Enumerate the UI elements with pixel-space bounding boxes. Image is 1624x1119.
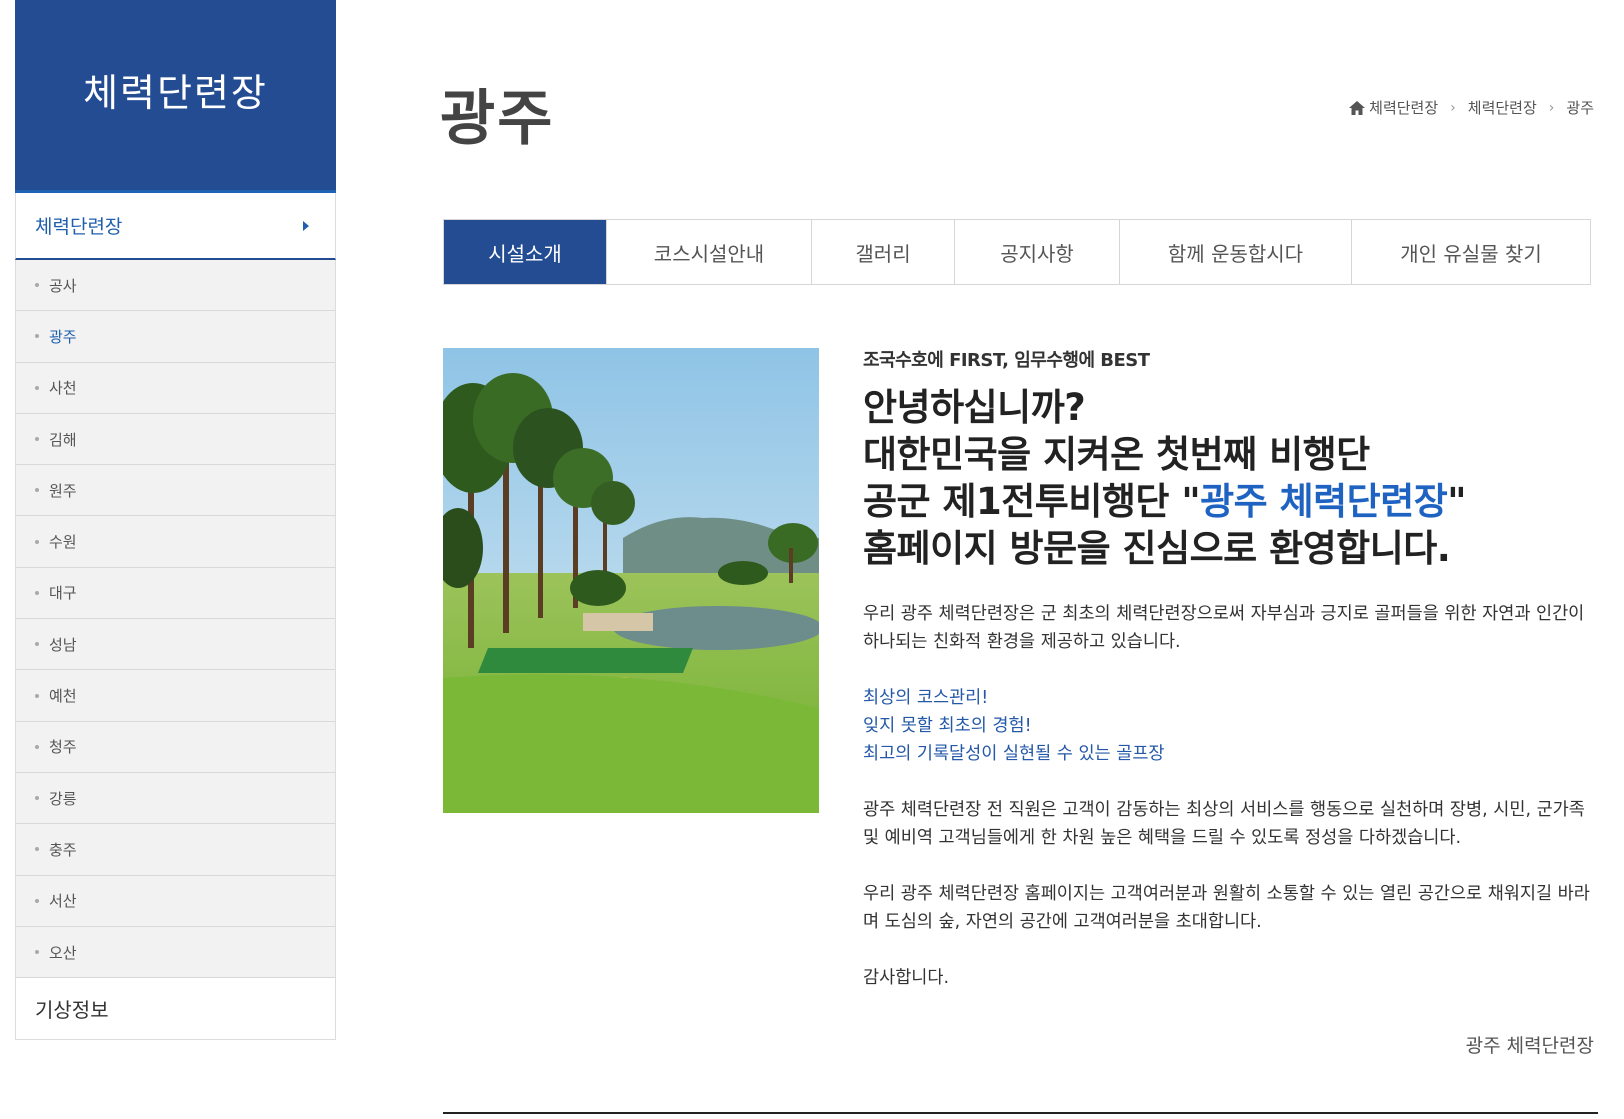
greeting-line: 홈페이지 방문을 진심으로 환영합니다. — [863, 527, 1451, 570]
tab-exercise-together[interactable]: 함께 운동합시다 — [1120, 220, 1352, 284]
divider — [443, 1112, 1598, 1114]
sidebar-item-gwangju[interactable]: 광주 — [16, 311, 335, 363]
intro-content: 조국수호에 FIRST, 임무수행에 BEST 안녕하십니까? 대한민국을 지켜… — [863, 346, 1598, 992]
sidebar-item-chungju[interactable]: 충주 — [16, 824, 335, 876]
bullet-icon — [35, 642, 39, 647]
sidebar-item-label: 오산 — [49, 943, 77, 962]
greeting-line: 대한민국을 지켜온 첫번째 비행단 — [863, 433, 1370, 476]
tab-facility-intro[interactable]: 시설소개 — [444, 220, 607, 284]
sidebar-item-label: 공사 — [49, 276, 77, 295]
invitation-paragraph: 우리 광주 체력단련장 홈페이지는 고객여러분과 원활히 소통할 수 있는 열린… — [863, 884, 1590, 932]
greeting-heading: 안녕하십니까? 대한민국을 지켜온 첫번째 비행단 공군 제1전투비행단 "광주… — [863, 384, 1598, 572]
sidebar-item-label: 예천 — [49, 687, 77, 706]
home-icon[interactable] — [1349, 100, 1366, 115]
sidebar-item-seongnam[interactable]: 성남 — [16, 619, 335, 671]
bullet-icon — [35, 590, 39, 595]
greeting-line: 공군 제1전투비행단 "광주 체력단련장" — [863, 478, 1598, 525]
sidebar-weather-label: 기상정보 — [35, 998, 109, 1023]
bullet-icon — [35, 539, 39, 544]
sidebar-item-daegu[interactable]: 대구 — [16, 567, 335, 620]
chevron-right-icon: › — [1450, 99, 1456, 116]
sidebar-item-label: 김해 — [49, 430, 77, 449]
tab-gallery[interactable]: 갤러리 — [812, 220, 955, 284]
tab-course-info[interactable]: 코스시설안내 — [607, 220, 812, 284]
service-paragraph: 광주 체력단련장 전 직원은 고객이 감동하는 최상의 서비스를 행동으로 실천… — [863, 800, 1585, 848]
signature: 광주 체력단련장 — [1465, 1035, 1594, 1057]
sidebar-item-label: 광주 — [49, 327, 77, 346]
highlight-item: 최고의 기록달성이 실현될 수 있는 골프장 — [863, 744, 1165, 764]
sidebar-item-suwon[interactable]: 수원 — [16, 516, 335, 568]
thanks-text: 감사합니다. — [863, 968, 950, 988]
bullet-icon — [35, 385, 39, 390]
breadcrumb-current: 광주 — [1566, 99, 1594, 117]
bullet-icon — [35, 488, 39, 493]
sidebar-item-label: 충주 — [49, 840, 77, 859]
intro-paragraph: 우리 광주 체력단련장은 군 최초의 체력단련장으로써 자부심과 긍지로 골퍼들… — [863, 604, 1585, 652]
bullet-icon — [35, 693, 39, 698]
sidebar-main-label: 체력단련장 — [35, 216, 123, 238]
highlight-item: 잊지 못할 최초의 경험! — [863, 716, 1032, 736]
caret-right-icon — [303, 220, 309, 231]
highlight-item: 최상의 코스관리! — [863, 688, 989, 708]
sidebar-item-label: 청주 — [49, 738, 77, 757]
highlight-list: 최상의 코스관리! 잊지 못할 최초의 경험! 최고의 기록달성이 실현될 수 … — [863, 684, 1598, 768]
sidebar-item-gimhae[interactable]: 김해 — [16, 413, 335, 466]
sidebar-item-label: 사천 — [49, 379, 77, 398]
greeting-line: 안녕하십니까? — [863, 386, 1086, 429]
tab-bar: 시설소개 코스시설안내 갤러리 공지사항 함께 운동합시다 개인 유실물 찾기 — [443, 219, 1591, 285]
sidebar-main-item[interactable]: 체력단련장 — [15, 193, 336, 260]
sidebar-item-gangneung[interactable]: 강릉 — [16, 772, 335, 825]
sidebar-item-label: 강릉 — [49, 789, 77, 808]
bullet-icon — [35, 334, 39, 339]
breadcrumb-item[interactable]: 체력단련장 — [1468, 97, 1537, 118]
sidebar-header: 체력단련장 — [15, 0, 336, 193]
sidebar-item-osan[interactable]: 오산 — [16, 926, 335, 979]
bullet-icon — [35, 283, 39, 288]
sidebar-submenu: 공사 광주 사천 김해 원주 수원 대구 성남 예천 청주 강릉 충주 서산 오… — [15, 260, 336, 979]
bullet-icon — [35, 898, 39, 903]
sidebar-item-label: 서산 — [49, 892, 77, 911]
tab-notices[interactable]: 공지사항 — [955, 220, 1120, 284]
sidebar-item-label: 수원 — [49, 533, 77, 552]
breadcrumb-item[interactable]: 체력단련장 — [1369, 97, 1438, 118]
slogan: 조국수호에 FIRST, 임무수행에 BEST — [863, 350, 1150, 371]
greeting-text: 공군 제1전투비행단 " — [863, 480, 1201, 523]
sidebar: 체력단련장 체력단련장 공사 광주 사천 김해 원주 수원 대구 성남 예천 청… — [15, 0, 336, 1041]
sidebar-item-wonju[interactable]: 원주 — [16, 465, 335, 517]
page-title: 광주 — [440, 84, 555, 154]
sidebar-item-label: 대구 — [49, 584, 77, 603]
tab-lost-and-found[interactable]: 개인 유실물 찾기 — [1352, 220, 1590, 284]
sidebar-title: 체력단련장 — [83, 70, 268, 115]
sidebar-item-weather[interactable]: 기상정보 — [15, 978, 336, 1041]
bullet-icon — [35, 744, 39, 749]
sidebar-item-cheongju[interactable]: 청주 — [16, 721, 335, 773]
sidebar-item-sacheon[interactable]: 사천 — [16, 362, 335, 414]
sidebar-item-seosan[interactable]: 서산 — [16, 875, 335, 927]
greeting-highlight: 광주 체력단련장 — [1200, 480, 1448, 523]
bullet-icon — [35, 796, 39, 801]
bullet-icon — [35, 437, 39, 442]
chevron-right-icon: › — [1548, 99, 1555, 116]
sidebar-item-gongsa[interactable]: 공사 — [16, 260, 335, 312]
breadcrumb: 체력단련장 › 체력단련장 › 광주 — [1349, 97, 1594, 118]
golf-course-photo — [443, 348, 819, 813]
sidebar-item-yecheon[interactable]: 예천 — [16, 670, 335, 722]
sidebar-item-label: 원주 — [49, 481, 77, 500]
bullet-icon — [35, 950, 39, 954]
bullet-icon — [35, 847, 39, 852]
sidebar-item-label: 성남 — [49, 635, 77, 654]
greeting-text: " — [1447, 480, 1467, 523]
